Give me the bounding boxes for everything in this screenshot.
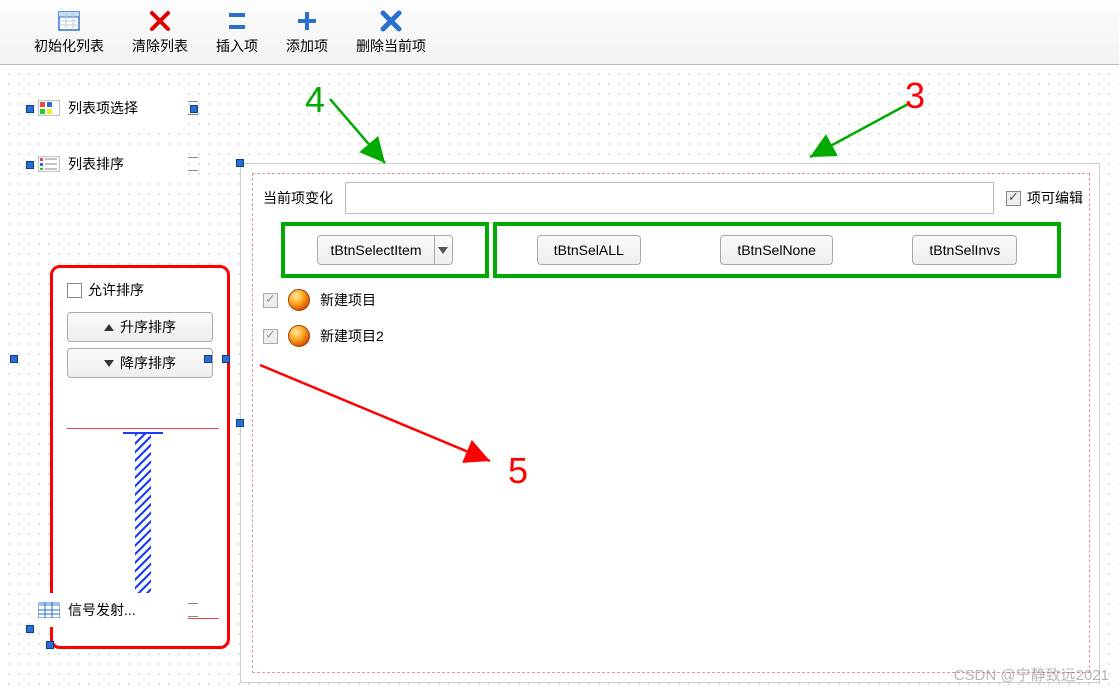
insert-icon bbox=[224, 8, 250, 34]
select-inverse-button[interactable]: tBtnSelInvs bbox=[912, 235, 1017, 265]
triangle-up-icon bbox=[104, 324, 114, 331]
sidebar-item-sort[interactable]: 列表排序 bbox=[30, 147, 188, 181]
annotation-4: 4 bbox=[305, 79, 325, 121]
select-inverse-label: tBtnSelInvs bbox=[929, 242, 1000, 258]
watermark-text: CSDN @宁静致远2021 bbox=[954, 664, 1109, 685]
table-blue-icon bbox=[38, 601, 60, 619]
checkbox-disabled-icon bbox=[263, 293, 278, 308]
item-editable-checkbox[interactable]: 项可编辑 bbox=[1006, 188, 1083, 208]
sidebar-item-signal-label: 信号发射... bbox=[68, 600, 136, 620]
allow-sort-checkbox[interactable]: 允许排序 bbox=[67, 280, 213, 300]
list-color-icon bbox=[38, 155, 60, 173]
sort-desc-label: 降序排序 bbox=[120, 353, 176, 373]
select-item-toolbar: tBtnSelectItem bbox=[285, 226, 485, 274]
main-toolbar: 初始化列表 清除列表 插入项 添加项 删除当前项 bbox=[0, 0, 1119, 65]
item-editable-label: 项可编辑 bbox=[1027, 188, 1083, 208]
list-widget[interactable]: 新建项目 新建项目2 bbox=[257, 282, 1093, 672]
main-form-panel: 当前项变化 项可编辑 tBtnSelectItem tBtnSelALL bbox=[240, 163, 1100, 683]
sort-asc-button[interactable]: 升序排序 bbox=[67, 312, 213, 342]
x-blue-icon bbox=[378, 8, 404, 34]
clear-list-button[interactable]: 清除列表 bbox=[118, 0, 202, 64]
clear-list-label: 清除列表 bbox=[132, 36, 188, 56]
add-item-label: 添加项 bbox=[286, 36, 328, 56]
allow-sort-label: 允许排序 bbox=[88, 280, 144, 300]
x-red-icon bbox=[147, 8, 173, 34]
ball-orange-icon bbox=[288, 325, 310, 347]
checkbox-checked-icon bbox=[1006, 191, 1021, 206]
init-list-label: 初始化列表 bbox=[34, 36, 104, 56]
sidebar-item-sort-label: 列表排序 bbox=[68, 154, 124, 174]
plus-blue-icon bbox=[294, 8, 320, 34]
insert-item-label: 插入项 bbox=[216, 36, 258, 56]
table-icon bbox=[56, 8, 82, 34]
grid-color-icon bbox=[38, 99, 60, 117]
sidebar-item-select[interactable]: 列表项选择 bbox=[30, 91, 188, 125]
delete-current-button[interactable]: 删除当前项 bbox=[342, 0, 440, 64]
sort-groupbox: 允许排序 升序排序 降序排序 bbox=[50, 265, 230, 649]
sort-asc-label: 升序排序 bbox=[120, 317, 176, 337]
add-item-button[interactable]: 添加项 bbox=[272, 0, 342, 64]
list-item-text: 新建项目2 bbox=[320, 326, 384, 346]
select-none-button[interactable]: tBtnSelNone bbox=[720, 235, 833, 265]
current-item-input[interactable] bbox=[345, 182, 994, 214]
list-item[interactable]: 新建项目 bbox=[257, 282, 1093, 318]
selection-buttons-toolbar: tBtnSelALL tBtnSelNone tBtnSelInvs bbox=[497, 226, 1057, 274]
delete-current-label: 删除当前项 bbox=[356, 36, 426, 56]
list-item-text: 新建项目 bbox=[320, 290, 376, 310]
checkbox-disabled-icon bbox=[263, 329, 278, 344]
init-list-button[interactable]: 初始化列表 bbox=[20, 0, 118, 64]
sort-desc-button[interactable]: 降序排序 bbox=[67, 348, 213, 378]
sidebar-item-signal[interactable]: 信号发射... bbox=[30, 593, 188, 627]
ball-orange-icon bbox=[288, 289, 310, 311]
connector-icon bbox=[188, 603, 198, 617]
select-none-label: tBtnSelNone bbox=[737, 242, 816, 258]
list-item[interactable]: 新建项目2 bbox=[257, 318, 1093, 354]
designer-surface: 列表项选择 列表排序 允许排序 升序排序 降序排序 bbox=[0, 65, 1119, 691]
select-all-label: tBtnSelALL bbox=[554, 242, 624, 258]
insert-item-button[interactable]: 插入项 bbox=[202, 0, 272, 64]
triangle-down-icon bbox=[104, 360, 114, 367]
select-item-combo[interactable]: tBtnSelectItem bbox=[317, 235, 452, 265]
sidebar-item-select-label: 列表项选择 bbox=[68, 98, 138, 118]
select-all-button[interactable]: tBtnSelALL bbox=[537, 235, 641, 265]
chevron-down-icon bbox=[434, 236, 452, 264]
select-item-combo-label: tBtnSelectItem bbox=[318, 242, 433, 258]
annotation-3: 3 bbox=[905, 75, 925, 117]
checkbox-icon bbox=[67, 283, 82, 298]
connector-icon bbox=[188, 157, 198, 171]
current-item-change-label: 当前项变化 bbox=[257, 188, 339, 208]
